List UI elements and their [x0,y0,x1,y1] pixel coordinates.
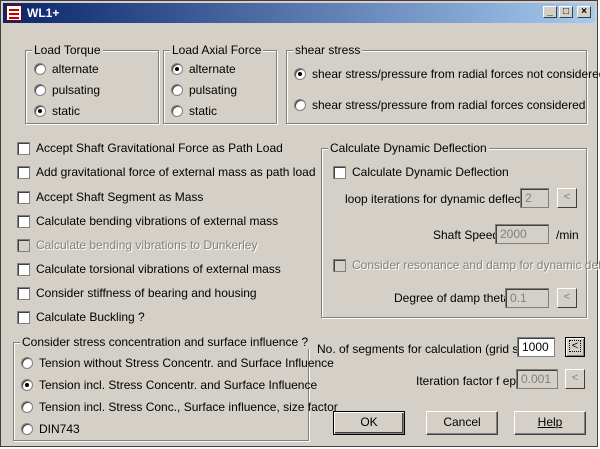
checkbox-icon [17,141,30,155]
radio-button-icon [171,105,183,117]
check-buckling[interactable]: Calculate Buckling ? [17,310,145,324]
help-button[interactable]: Help [514,411,586,435]
check-bending-vibrations[interactable]: Calculate bending vibrations of external… [17,214,278,228]
checkbox-icon [17,165,30,179]
radio-button-selected-icon [171,63,183,75]
check-dunkerley: Calculate bending vibrations to Dunkerle… [17,238,257,252]
radio-button-selected-icon [21,379,33,391]
shaft-speed-field: 2000 [495,224,549,244]
checkbox-icon [17,214,30,228]
cancel-button[interactable]: Cancel [426,411,498,435]
loop-iterations-label: loop iterations for dynamic deflection [345,192,540,206]
check-bearing-stiffness[interactable]: Consider stiffness of bearing and housin… [17,286,257,300]
checkbox-disabled-icon [17,238,30,252]
minimize-button[interactable]: _ [543,6,557,18]
dialog-window: WL1+ _ □ × Load Torque alternate pulsati… [0,0,600,447]
radio-button-icon [34,84,46,96]
segments-arrow-button[interactable]: < [565,337,585,357]
check-shaft-segment-mass[interactable]: Accept Shaft Segment as Mass [17,190,203,204]
load-torque-option-pulsating[interactable]: pulsating [34,83,100,97]
shear-option-considered[interactable]: shear stress/pressure from radial forces… [294,98,585,112]
radio-button-icon [21,357,33,369]
damp-theta-arrow-button: < [557,288,577,308]
loop-iterations-field: 2 [520,188,549,208]
loop-iterations-arrow-button: < [557,188,577,208]
checkbox-icon [17,262,30,276]
shear-stress-group: shear stress [286,43,587,124]
window-title: WL1+ [27,6,60,20]
close-button[interactable]: × [577,6,591,18]
shaft-speed-unit: /min [556,228,579,242]
shear-option-not-considered[interactable]: shear stress/pressure from radial forces… [294,67,600,81]
stress-option-size-factor[interactable]: Tension incl. Stress Conc., Surface infl… [21,400,338,414]
checkbox-icon [17,286,30,300]
checkbox-icon [333,165,346,179]
axial-option-alternate[interactable]: alternate [171,62,236,76]
stress-option-din743[interactable]: DIN743 [21,422,80,436]
stress-option-without[interactable]: Tension without Stress Concentr. and Sur… [21,356,334,370]
radio-button-icon [21,401,33,413]
axial-option-pulsating[interactable]: pulsating [171,83,237,97]
dynamic-deflection-title: Calculate Dynamic Deflection [328,141,489,155]
stress-concentration-title: Consider stress concentration and surfac… [20,335,311,349]
radio-button-icon [171,84,183,96]
load-torque-option-static[interactable]: static [34,104,80,118]
stress-option-incl[interactable]: Tension incl. Stress Concentr. and Surfa… [21,378,317,392]
radio-button-selected-icon [34,105,46,117]
load-axial-force-title: Load Axial Force [170,43,264,57]
damp-theta-label: Degree of damp theta [394,291,511,305]
check-dynamic-deflection[interactable]: Calculate Dynamic Deflection [333,165,509,179]
app-icon [6,5,22,21]
title-bar[interactable]: WL1+ _ □ × [3,3,595,23]
maximize-button[interactable]: □ [559,6,573,18]
axial-option-static[interactable]: static [171,104,217,118]
check-resonance-damp: Consider resonance and damp for dynamic … [333,258,600,272]
check-shaft-gravitational-force[interactable]: Accept Shaft Gravitational Force as Path… [17,141,283,155]
load-torque-option-alternate[interactable]: alternate [34,62,99,76]
radio-button-icon [21,423,33,435]
check-torsional-vibrations[interactable]: Calculate torsional vibrations of extern… [17,262,281,276]
damp-theta-field: 0.1 [505,288,549,308]
radio-button-icon [294,99,306,111]
shear-stress-title: shear stress [293,43,363,57]
segments-field[interactable]: 1000 [517,337,555,357]
radio-button-icon [34,63,46,75]
ok-button[interactable]: OK [333,411,405,435]
iteration-factor-arrow-button: < [565,369,585,389]
check-external-mass-gravity[interactable]: Add gravitational force of external mass… [17,165,316,179]
shaft-speed-label: Shaft Speed [433,228,500,242]
checkbox-icon [17,310,30,324]
checkbox-disabled-icon [333,258,346,272]
checkbox-icon [17,190,30,204]
load-torque-title: Load Torque [32,43,103,57]
iteration-factor-field: 0.001 [516,369,558,389]
segments-label: No. of segments for calculation (grid si… [317,342,538,356]
iteration-factor-label: Iteration factor f eps. [416,374,526,388]
radio-button-selected-icon [294,68,306,80]
